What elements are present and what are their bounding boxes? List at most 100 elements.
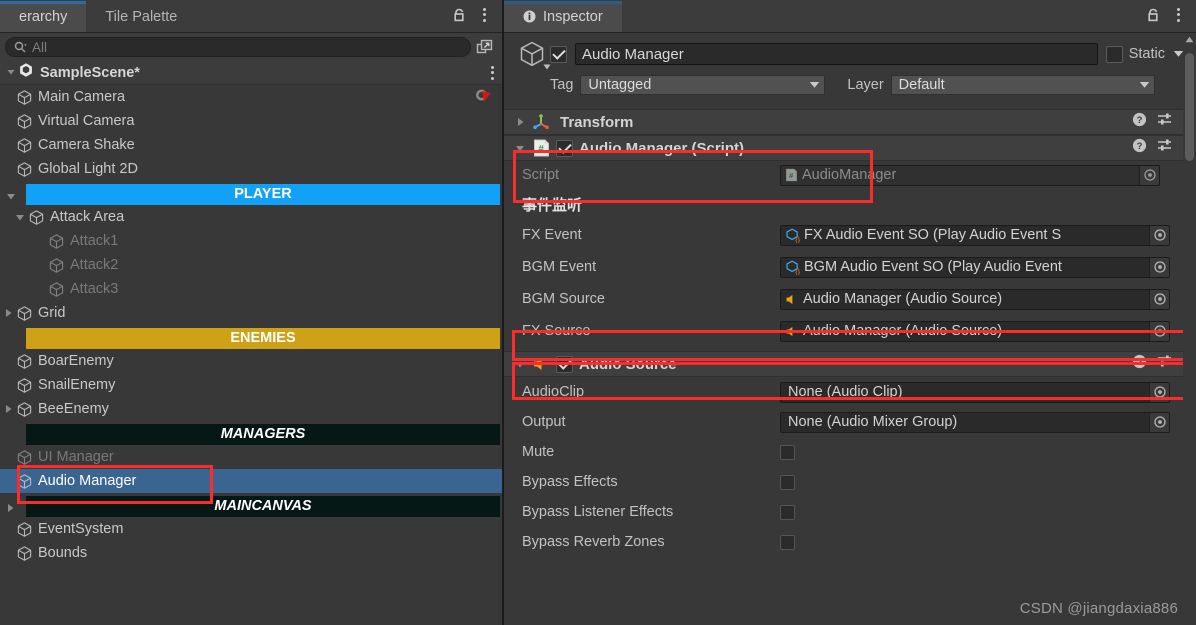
svg-text:#: #: [789, 171, 794, 180]
help-icon[interactable]: ?: [1132, 138, 1147, 158]
property-label-fx-source: FX Source: [522, 323, 591, 339]
scene-menu-icon[interactable]: [491, 65, 494, 80]
scrollbar-thumb[interactable]: [1185, 53, 1194, 161]
object-field-audioclip[interactable]: None (Audio Clip): [780, 381, 1170, 403]
gameobject-name-field[interactable]: Audio Manager: [575, 43, 1098, 65]
object-field-bgm-event[interactable]: {} BGM Audio Event SO (Play Audio Event: [780, 256, 1170, 278]
hierarchy-item-global-light-2d[interactable]: Global Light 2D: [0, 157, 502, 181]
inspector-scrollbar[interactable]: [1183, 33, 1196, 625]
open-in-window-icon[interactable]: [471, 36, 497, 58]
tab-inspector[interactable]: Inspector: [504, 1, 622, 32]
hierarchy-item-snailenemy[interactable]: SnailEnemy: [0, 373, 502, 397]
component-header-audio-source[interactable]: Audio Source ?: [504, 351, 1196, 377]
scene-name: SampleScene*: [40, 64, 140, 81]
gameobject-header: Audio Manager Static Tag Untagged Layer …: [504, 33, 1196, 103]
property-label-audioclip: AudioClip: [522, 384, 585, 400]
tab-tile-palette[interactable]: Tile Palette: [86, 1, 196, 32]
checkbox-bypass-effects[interactable]: [780, 474, 795, 490]
help-icon[interactable]: ?: [1132, 354, 1147, 374]
object-field-value: None (Audio Mixer Group): [788, 414, 958, 430]
tab-hierarchy[interactable]: erarchy: [0, 1, 87, 32]
search-input[interactable]: All: [5, 37, 471, 57]
hierarchy-foldout-icon[interactable]: [12, 213, 28, 222]
hierarchy-item-bounds[interactable]: Bounds: [0, 541, 502, 565]
scroll-up-arrow-icon[interactable]: [1183, 33, 1196, 46]
script-value: AudioManager: [802, 167, 897, 183]
foldout-collapsed-icon[interactable]: [512, 117, 528, 127]
hierarchy-foldout-icon[interactable]: [6, 188, 16, 206]
gameobject-icon: [16, 473, 33, 490]
hierarchy-item-audio-manager[interactable]: Audio Manager: [0, 469, 502, 493]
hierarchy-item-grid[interactable]: Grid: [0, 301, 502, 325]
hierarchy-item-beeenemy[interactable]: BeeEnemy: [0, 397, 502, 421]
component-tools-audio-manager-script: ?: [1132, 138, 1190, 158]
gameobject-icon: [16, 401, 33, 418]
preset-icon[interactable]: [1157, 112, 1173, 132]
property-row-bypass-reverb-zones: Bypass Reverb Zones: [504, 527, 1196, 557]
gameobject-enabled-checkbox[interactable]: [550, 45, 567, 63]
layer-dropdown[interactable]: Default: [890, 75, 1155, 95]
property-label-bypass-effects: Bypass Effects: [522, 474, 618, 490]
gameobject-icon: [16, 353, 33, 370]
hierarchy-item-eventsystem[interactable]: EventSystem: [0, 517, 502, 541]
component-header-transform[interactable]: Transform ?: [504, 109, 1196, 135]
inspector-body: Audio Manager Static Tag Untagged Layer …: [504, 33, 1196, 625]
object-picker-icon[interactable]: [1149, 321, 1169, 341]
gameobject-icon: [48, 257, 65, 274]
hierarchy-banner-maincanvas[interactable]: MAINCANVAS: [26, 495, 500, 517]
hierarchy-item-main-camera[interactable]: Main Camera: [0, 85, 502, 109]
component-tools-audio-source: ?: [1132, 354, 1190, 374]
hierarchy-item-attack-area[interactable]: Attack Area: [0, 205, 502, 229]
hierarchy-item-attack1[interactable]: Attack1: [0, 229, 502, 253]
lock-icon[interactable]: [448, 4, 470, 26]
inspector-menu-icon[interactable]: [1167, 4, 1189, 26]
hierarchy-foldout-icon[interactable]: [6, 500, 15, 518]
hierarchy-item-label: Global Light 2D: [38, 161, 138, 177]
chevron-down-icon: [1131, 77, 1150, 93]
checkbox-bypass-listener-effects[interactable]: [780, 504, 795, 520]
object-picker-icon[interactable]: [1149, 257, 1169, 277]
preset-icon[interactable]: [1157, 354, 1173, 374]
hierarchy-banner-managers[interactable]: MANAGERS: [26, 423, 500, 445]
hierarchy-item-label: Grid: [38, 305, 66, 321]
hierarchy-item-virtual-camera[interactable]: Virtual Camera: [0, 109, 502, 133]
lock-icon[interactable]: [1142, 4, 1164, 26]
component-header-audio-manager-script[interactable]: # Audio Manager (Script) ?: [504, 135, 1196, 161]
hierarchy-item-attack2[interactable]: Attack2: [0, 253, 502, 277]
foldout-expanded-icon[interactable]: [512, 144, 528, 153]
object-field-value: BGM Audio Event SO (Play Audio Event: [804, 259, 1062, 275]
scene-foldout-icon[interactable]: [6, 64, 16, 82]
scene-root-row[interactable]: SampleScene*: [0, 61, 502, 85]
preset-icon[interactable]: [1157, 138, 1173, 158]
object-field-fx-source[interactable]: Audio Manager (Audio Source): [780, 320, 1170, 342]
object-picker-icon[interactable]: [1149, 412, 1169, 432]
checkbox-bypass-reverb-zones[interactable]: [780, 534, 795, 550]
chevron-down-icon: [801, 77, 820, 93]
hierarchy-banner-player[interactable]: PLAYER: [26, 183, 500, 205]
object-field-bgm-source[interactable]: Audio Manager (Audio Source): [780, 288, 1170, 310]
gameobject-icon[interactable]: [514, 39, 551, 70]
static-checkbox[interactable]: [1105, 45, 1123, 63]
object-picker-icon[interactable]: [1149, 382, 1169, 402]
hierarchy-menu-icon[interactable]: [473, 4, 495, 26]
hierarchy-item-camera-shake[interactable]: Camera Shake: [0, 133, 502, 157]
tag-dropdown[interactable]: Untagged: [580, 75, 826, 95]
component-enabled-checkbox[interactable]: [556, 355, 573, 373]
hierarchy-foldout-icon[interactable]: [0, 404, 16, 414]
hierarchy-item-attack3[interactable]: Attack3: [0, 277, 502, 301]
object-field-output[interactable]: None (Audio Mixer Group): [780, 411, 1170, 433]
tab-tile-palette-label: Tile Palette: [105, 8, 178, 25]
hierarchy-item-ui-manager[interactable]: UI Manager: [0, 445, 502, 469]
object-picker-icon[interactable]: [1149, 225, 1169, 245]
checkbox-mute[interactable]: [780, 444, 795, 460]
object-picker-icon[interactable]: [1149, 289, 1169, 309]
help-icon[interactable]: ?: [1132, 112, 1147, 132]
script-label: Script: [522, 167, 560, 183]
object-field-fx-event[interactable]: {} FX Audio Event SO (Play Audio Event S: [780, 224, 1170, 246]
hierarchy-item-boarenemy[interactable]: BoarEnemy: [0, 349, 502, 373]
hierarchy-tab-tools: [448, 1, 502, 32]
foldout-expanded-icon[interactable]: [512, 360, 528, 369]
hierarchy-foldout-icon[interactable]: [0, 308, 16, 318]
hierarchy-banner-enemies[interactable]: ENEMIES: [26, 327, 500, 349]
component-enabled-checkbox[interactable]: [556, 139, 573, 157]
